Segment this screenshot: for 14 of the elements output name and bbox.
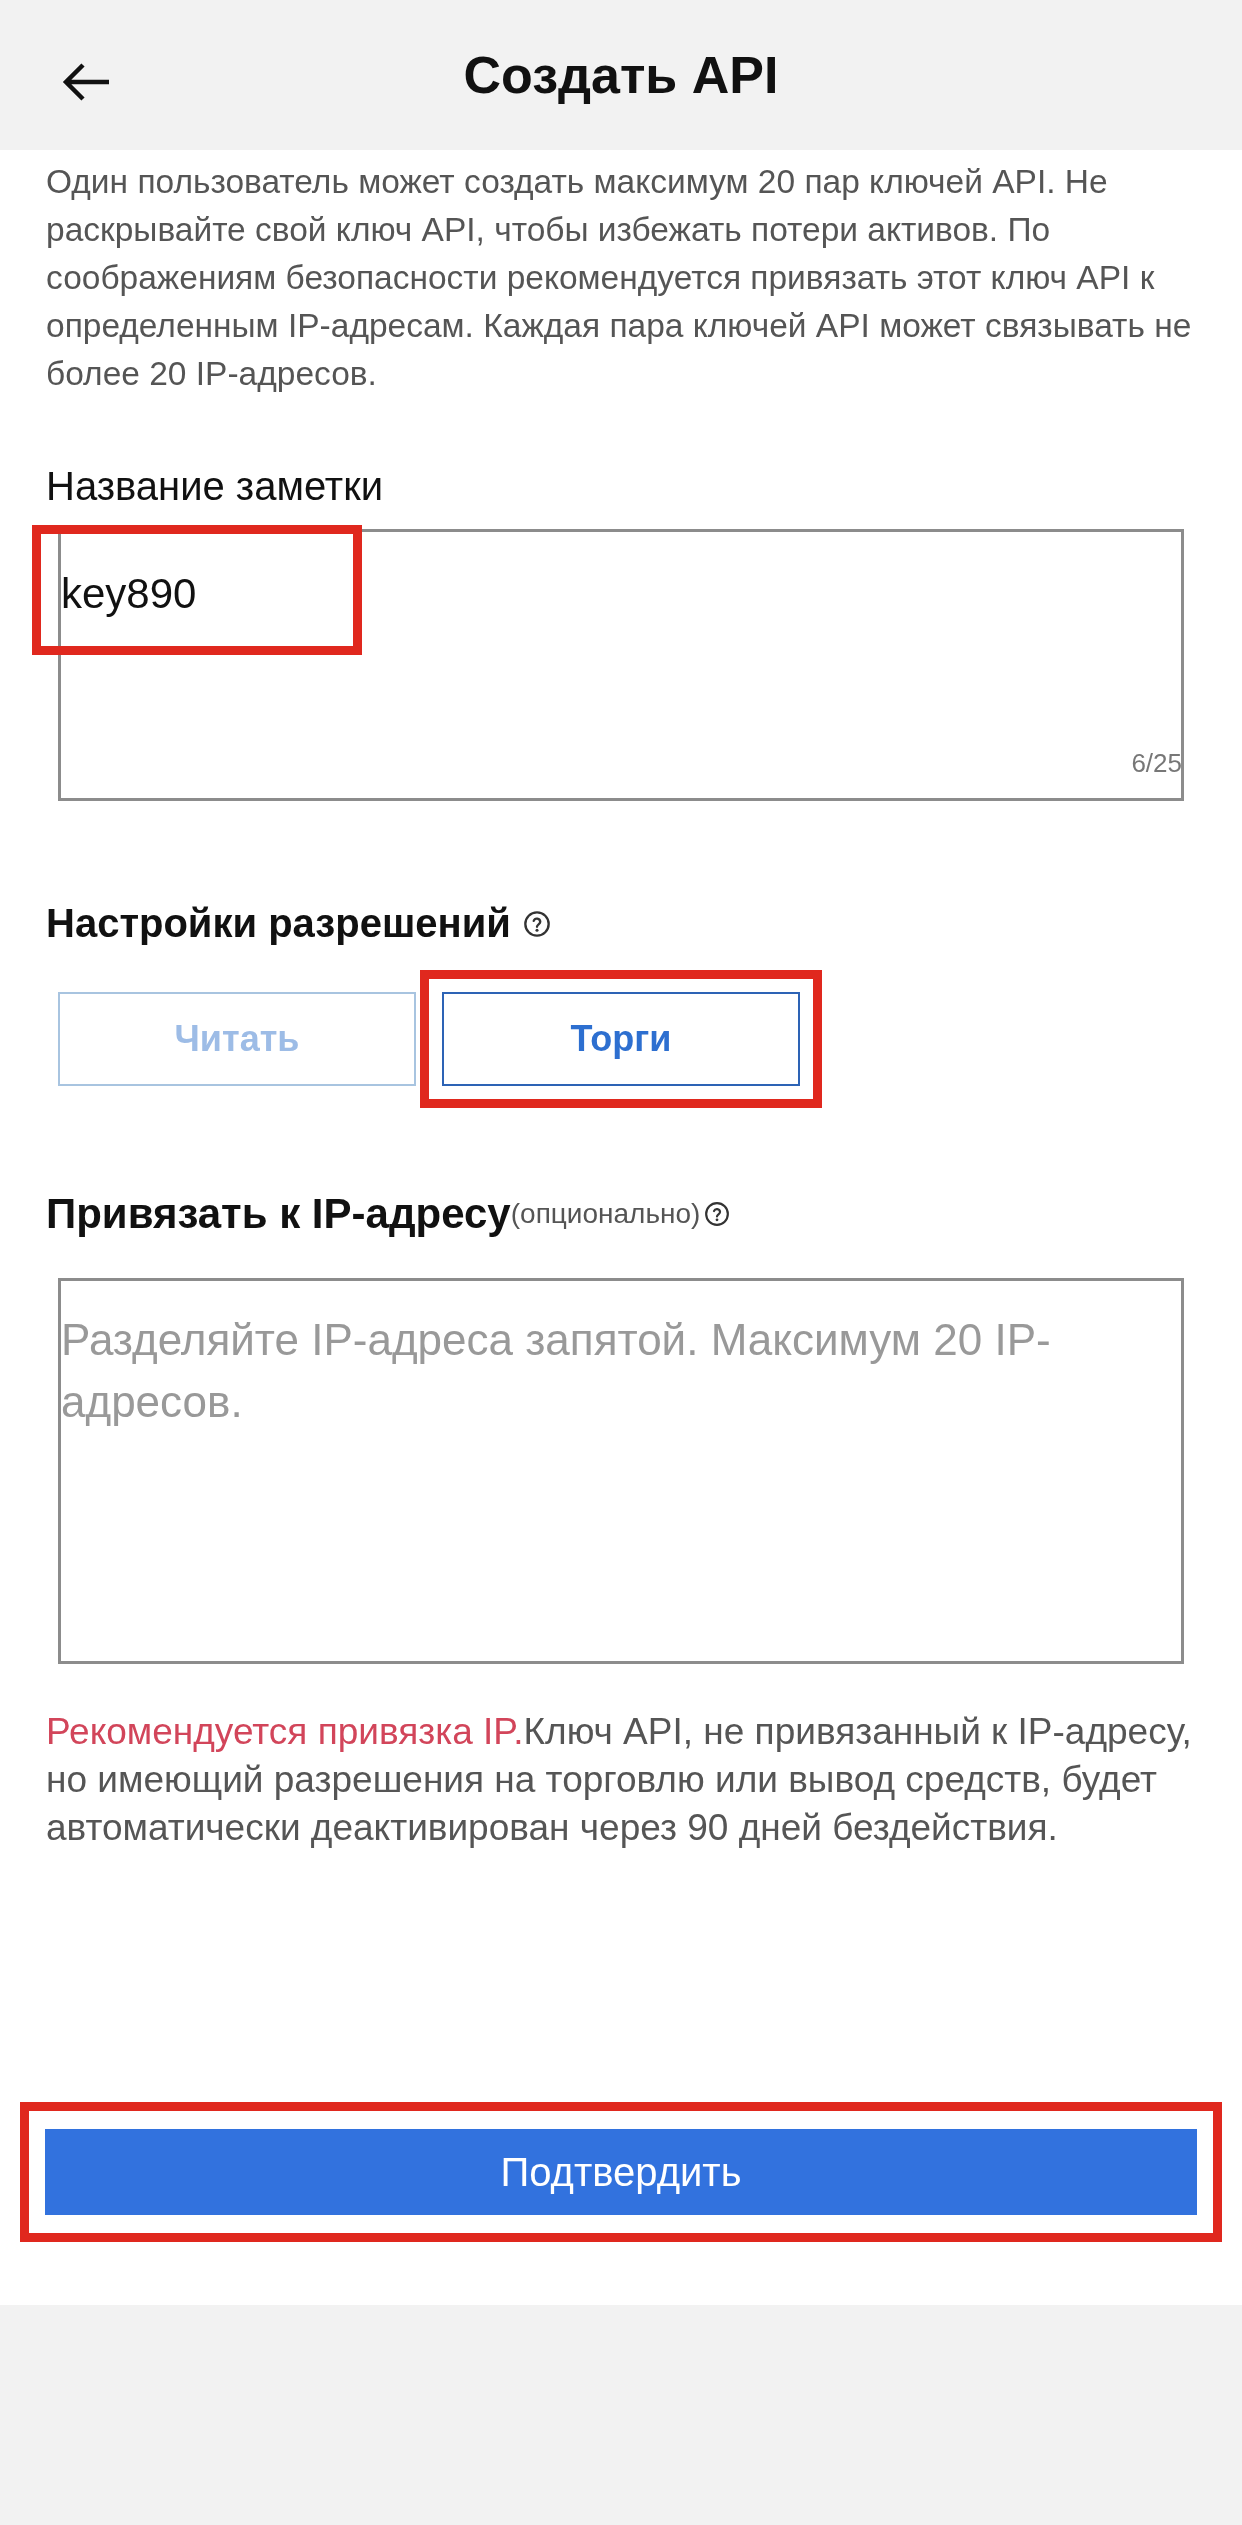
back-arrow-icon [61, 62, 111, 102]
confirm-button[interactable]: Подтвердить [45, 2129, 1197, 2215]
intro-text: Один пользователь может создать максимум 20 пар ключей API. Не раскрывайте свой ключ API, чтобы избежать потери активов. По соображениям безопасности рекомендуется привязать этот ключ API к определенным IP-адресам. Каждая пара ключей API может связывать не более 20 IP-адресов. [46, 162, 1193, 394]
help-icon[interactable] [704, 1201, 731, 1227]
page-title: Создать API [463, 45, 779, 105]
permission-option[interactable]: Торги [442, 992, 800, 1086]
permissions-label: Настройки разрешений [46, 901, 511, 946]
help-icon[interactable] [522, 909, 551, 938]
note-label: Название заметки [46, 464, 385, 509]
ip-field[interactable]: Разделяйте IP-адреса запятой. Максимум 20 IP-адресов. [58, 1278, 1184, 1664]
optional-hint: (опционально) [510, 1198, 701, 1229]
warning-text: Рекомендуется привязка IP.Ключ API, не привязанный к IP-адресу, но имеющий разрешения на торговлю или вывод средств, будет автоматически деактивирован через 90 дней бездействия. [46, 1710, 1193, 1850]
char-counter: 6/25 [1131, 748, 1182, 779]
ip-label: Привязать к IP-адресу [46, 1190, 511, 1238]
